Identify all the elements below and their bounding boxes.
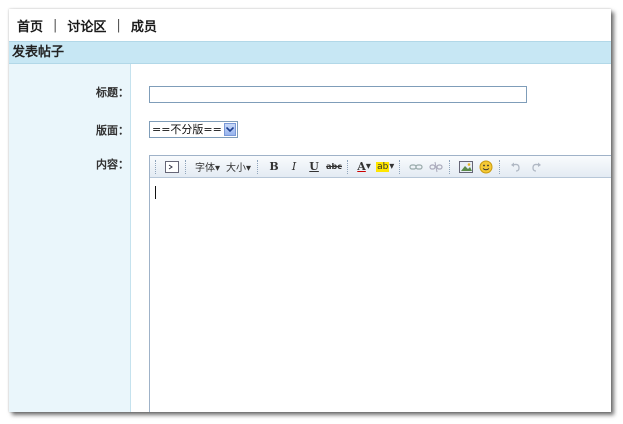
toolbar-grip <box>449 159 453 174</box>
nav-members-link[interactable]: 成员 <box>131 16 157 35</box>
font-dropdown[interactable]: 字体▾ <box>195 159 220 174</box>
undo-icon[interactable] <box>508 159 524 175</box>
content-label: 内容： <box>96 158 129 171</box>
toolbar-grip <box>185 159 189 174</box>
size-dropdown-label: 大小 <box>226 163 247 174</box>
highlight-icon: ab <box>376 161 390 172</box>
redo-icon[interactable] <box>528 159 544 175</box>
toolbar-grip <box>499 159 503 174</box>
emoticon-icon[interactable] <box>478 159 494 175</box>
underline-button[interactable]: U <box>306 159 322 175</box>
nav-separator: | <box>53 17 58 33</box>
highlight-button[interactable]: ab ▾ <box>376 159 394 175</box>
strikethrough-button[interactable]: abc <box>326 159 342 175</box>
post-window: 首页 | 讨论区 | 成员 发表帖子 标题： 版面： ==不分版== 内容： 字… <box>9 9 611 412</box>
top-nav: 首页 | 讨论区 | 成员 <box>9 9 611 41</box>
font-dropdown-label: 字体 <box>195 163 215 174</box>
size-dropdown[interactable]: 大小▾ <box>226 159 251 174</box>
unlink-icon[interactable] <box>428 159 444 175</box>
nav-separator: | <box>116 17 121 33</box>
toolbar-grip <box>155 159 159 174</box>
forum-select[interactable]: ==不分版== <box>149 121 238 138</box>
toolbar-grip <box>347 159 351 174</box>
link-icon[interactable] <box>408 159 424 175</box>
page-title: 发表帖子 <box>9 41 611 64</box>
label-column <box>9 64 131 412</box>
text-caret <box>155 186 156 199</box>
italic-button[interactable]: I <box>286 159 302 175</box>
chevron-down-icon[interactable] <box>224 123 236 136</box>
forum-label: 版面： <box>96 124 129 137</box>
bold-button[interactable]: B <box>266 159 282 175</box>
font-color-button[interactable]: A ▾ <box>356 159 372 175</box>
toolbar-grip <box>399 159 403 174</box>
rich-text-editor[interactable]: 字体▾ 大小▾ B I U abc A ▾ ab ▾ <box>149 155 611 412</box>
editor-toolbar: 字体▾ 大小▾ B I U abc A ▾ ab ▾ <box>150 156 611 178</box>
forum-select-value: ==不分版== <box>152 123 222 136</box>
source-view-icon[interactable] <box>164 159 180 175</box>
title-input[interactable] <box>149 86 527 103</box>
title-label: 标题： <box>96 86 129 99</box>
font-color-icon: A <box>357 160 366 173</box>
nav-forum-link[interactable]: 讨论区 <box>67 16 106 35</box>
toolbar-grip <box>257 159 261 174</box>
nav-home-link[interactable]: 首页 <box>17 16 43 35</box>
image-icon[interactable] <box>458 159 474 175</box>
